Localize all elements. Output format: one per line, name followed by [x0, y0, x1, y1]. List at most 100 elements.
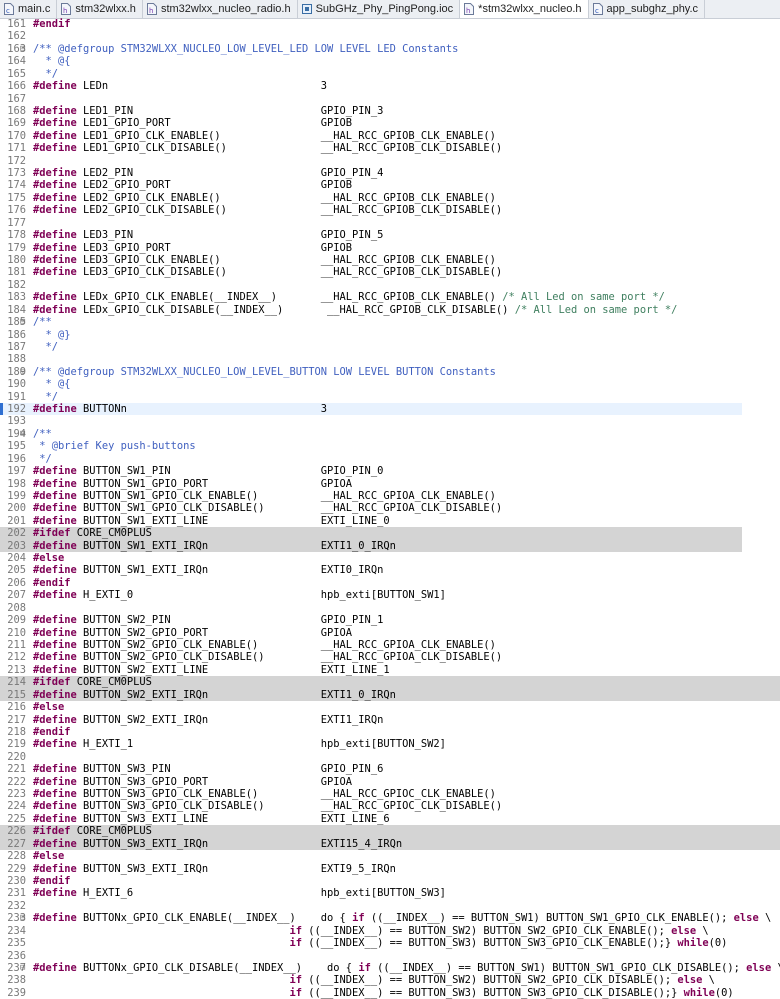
code-line[interactable]: 175 #define LED2_GPIO_CLK_ENABLE() __HAL_…	[0, 192, 780, 204]
code-line[interactable]: 200 #define BUTTON_SW1_GPIO_CLK_DISABLE()…	[0, 502, 780, 514]
code-line[interactable]: 178 #define LED3_PIN GPIO_PIN_5	[0, 229, 780, 241]
code-line[interactable]: 197 #define BUTTON_SW1_PIN GPIO_PIN_0	[0, 465, 780, 477]
code-line[interactable]: 198 #define BUTTON_SW1_GPIO_PORT GPIOA	[0, 478, 780, 490]
code-line[interactable]: 162	[0, 30, 780, 42]
code-line[interactable]: 189 ⊟/** @defgroup STM32WLXX_NUCLEO_LOW_L…	[0, 366, 780, 378]
code-line[interactable]: 168 #define LED1_PIN GPIO_PIN_3	[0, 105, 780, 117]
tab-app-subghz-phy-c[interactable]: c app_subghz_phy.c	[589, 0, 706, 18]
code-line[interactable]: 203 #define BUTTON_SW1_EXTI_IRQn EXTI1_0_…	[0, 539, 742, 553]
code-line[interactable]: 214 #ifdef CORE_CM0PLUS	[0, 676, 780, 689]
code-line[interactable]: 193	[0, 415, 780, 427]
keyword-token: #define	[33, 663, 77, 676]
code-line[interactable]: 195 * @brief Key push-buttons	[0, 440, 780, 452]
code-line[interactable]: 232	[0, 900, 780, 912]
code-line[interactable]: 182	[0, 279, 780, 291]
code-line[interactable]: 218 #endif	[0, 726, 780, 738]
code-line[interactable]: 167	[0, 93, 780, 105]
code-line[interactable]: 237 ⊟ #define BUTTONx_GPIO_CLK_DISABLE(__I…	[0, 962, 780, 974]
code-line[interactable]: 227 #define BUTTON_SW3_EXTI_IRQn EXTI15_4…	[0, 837, 780, 851]
code-line[interactable]: 205 #define BUTTON_SW1_EXTI_IRQn EXTI0_IR…	[0, 564, 780, 576]
code-line[interactable]: 210 #define BUTTON_SW2_GPIO_PORT GPIOA	[0, 627, 780, 639]
code-line[interactable]: 181 #define LED3_GPIO_CLK_DISABLE() __HAL…	[0, 266, 780, 278]
code-editor[interactable]: 161 #endif 162 163 ⊟/** @defgroup STM32WLXX_…	[0, 18, 780, 999]
code-line[interactable]: 185 ⊟/**	[0, 316, 780, 328]
code-line[interactable]: 174 #define LED2_GPIO_PORT GPIOB	[0, 179, 780, 191]
code-line[interactable]: 238 if ((__INDEX__) == BUTTON_SW2) BUTTO…	[0, 974, 780, 986]
code-line[interactable]: 206 #endif	[0, 577, 780, 589]
code-line[interactable]: 239 if ((__INDEX__) == BUTTON_SW3) BUTTO…	[0, 987, 780, 999]
code-line[interactable]: 180 #define LED3_GPIO_CLK_ENABLE() __HAL_…	[0, 254, 780, 266]
code-line[interactable]: 192 #define BUTTONn 3	[0, 403, 742, 416]
tab-stm32wlxx-h[interactable]: h stm32wlxx.h	[57, 0, 143, 18]
tab-main-c[interactable]: c main.c	[0, 0, 58, 18]
code-line[interactable]: 171 #define LED1_GPIO_CLK_DISABLE() __HAL…	[0, 142, 780, 154]
code-line[interactable]: 186 * @}	[0, 329, 780, 341]
code-line[interactable]: 166 #define LEDn 3	[0, 80, 780, 92]
code-line[interactable]: 176 #define LED2_GPIO_CLK_DISABLE() __HAL…	[0, 204, 780, 216]
code-line[interactable]: 179 #define LED3_GPIO_PORT GPIOB	[0, 242, 780, 254]
keyword-token: if	[289, 924, 302, 937]
line-number: 204	[7, 552, 26, 565]
code-line[interactable]: 226 #ifdef CORE_CM0PLUS	[0, 825, 780, 838]
code-line[interactable]: 194 ⊟/**	[0, 428, 780, 440]
code-line[interactable]: 221 #define BUTTON_SW3_PIN GPIO_PIN_6	[0, 763, 780, 775]
code-line[interactable]: 164 * @{	[0, 55, 780, 67]
fold-toggle-icon[interactable]: ⊟	[20, 316, 25, 328]
code-line[interactable]: 217 #define BUTTON_SW2_EXTI_IRQn EXTI1_IR…	[0, 714, 780, 726]
code-line[interactable]: 170 #define LED1_GPIO_CLK_ENABLE() __HAL_…	[0, 130, 780, 142]
code-line[interactable]: 234 if ((__INDEX__) == BUTTON_SW2) BUTTO…	[0, 925, 780, 937]
code-line[interactable]: 199 #define BUTTON_SW1_GPIO_CLK_ENABLE() …	[0, 490, 780, 502]
code-line[interactable]: 169 #define LED1_GPIO_PORT GPIOB	[0, 117, 780, 129]
code-line[interactable]: 220	[0, 751, 780, 763]
code-line[interactable]: 161 #endif	[0, 18, 780, 30]
code-line[interactable]: 219 #define H_EXTI_1 hpb_exti[BUTTON_SW2]	[0, 738, 780, 750]
code-line[interactable]: 201 #define BUTTON_SW1_EXTI_LINE EXTI_LIN…	[0, 515, 780, 527]
fold-toggle-icon[interactable]: ⊟	[20, 366, 25, 378]
code-line[interactable]: 229 #define BUTTON_SW3_EXTI_IRQn EXTI9_5_…	[0, 863, 780, 875]
code-line[interactable]: 213 #define BUTTON_SW2_EXTI_LINE EXTI_LIN…	[0, 664, 780, 676]
code-line[interactable]: 207 #define H_EXTI_0 hpb_exti[BUTTON_SW1]	[0, 589, 780, 601]
fold-toggle-icon[interactable]: ⊟	[20, 912, 25, 924]
fold-toggle-icon[interactable]: ⊟	[20, 43, 25, 55]
code-line[interactable]: 215 #define BUTTON_SW2_EXTI_IRQn EXTI1_0_…	[0, 688, 780, 702]
code-line[interactable]: 188	[0, 353, 780, 365]
code-line[interactable]: 224 #define BUTTON_SW3_GPIO_CLK_DISABLE()…	[0, 800, 780, 812]
code-line[interactable]: 190 * @{	[0, 378, 780, 390]
tab-subghz-phy-pingpong-ioc[interactable]: SubGHz_Phy_PingPong.ioc	[298, 0, 461, 18]
code-line[interactable]: 228 #else	[0, 850, 780, 862]
code-line[interactable]: 231 #define H_EXTI_6 hpb_exti[BUTTON_SW3]	[0, 887, 780, 899]
code-line[interactable]: 202 #ifdef CORE_CM0PLUS	[0, 527, 742, 540]
tab-stm32wlxx-nucleo-radio-h[interactable]: h stm32wlxx_nucleo_radio.h	[143, 0, 298, 18]
code-line[interactable]: 163 ⊟/** @defgroup STM32WLXX_NUCLEO_LOW_L…	[0, 43, 780, 55]
code-line[interactable]: 222 #define BUTTON_SW3_GPIO_PORT GPIOA	[0, 776, 780, 788]
code-line[interactable]: 236	[0, 950, 780, 962]
code-line[interactable]: 209 #define BUTTON_SW2_PIN GPIO_PIN_1	[0, 614, 780, 626]
code-line[interactable]: 165 */	[0, 68, 780, 80]
code-text: #define H_EXTI_6 hpb_exti[BUTTON_SW3]	[33, 887, 446, 899]
code-text: #define BUTTON_SW3_GPIO_CLK_ENABLE() __H…	[33, 788, 496, 800]
code-line[interactable]: 235 if ((__INDEX__) == BUTTON_SW3) BUTTO…	[0, 937, 780, 949]
code-line[interactable]: 204 #else	[0, 552, 780, 564]
keyword-token: #define	[33, 266, 77, 279]
code-line[interactable]: 184 #define LEDx_GPIO_CLK_DISABLE(__INDEX…	[0, 304, 780, 316]
code-line[interactable]: 208	[0, 602, 780, 614]
line-number: 219	[7, 738, 26, 751]
code-line[interactable]: 173 #define LED2_PIN GPIO_PIN_4	[0, 167, 780, 179]
code-line[interactable]: 183 #define LEDx_GPIO_CLK_ENABLE(__INDEX_…	[0, 291, 780, 303]
tab-stm32wlxx-nucleo-h[interactable]: h *stm32wlxx_nucleo.h	[460, 0, 589, 18]
fold-toggle-icon[interactable]: ⊟	[20, 428, 25, 440]
code-line[interactable]: 196 */	[0, 453, 780, 465]
code-line[interactable]: 233 ⊟ #define BUTTONx_GPIO_CLK_ENABLE(__IN…	[0, 912, 780, 924]
code-line[interactable]: 191 */	[0, 391, 780, 403]
code-line[interactable]: 216 #else	[0, 701, 780, 713]
tab-label: stm32wlxx.h	[75, 3, 136, 15]
code-line[interactable]: 212 #define BUTTON_SW2_GPIO_CLK_DISABLE()…	[0, 651, 780, 663]
fold-toggle-icon[interactable]: ⊟	[20, 962, 25, 974]
code-line[interactable]: 230 #endif	[0, 875, 780, 887]
code-line[interactable]: 172	[0, 155, 780, 167]
code-line[interactable]: 211 #define BUTTON_SW2_GPIO_CLK_ENABLE() …	[0, 639, 780, 651]
code-line[interactable]: 187 */	[0, 341, 780, 353]
code-line[interactable]: 225 #define BUTTON_SW3_EXTI_LINE EXTI_LIN…	[0, 813, 780, 825]
code-line[interactable]: 223 #define BUTTON_SW3_GPIO_CLK_ENABLE() …	[0, 788, 780, 800]
code-line[interactable]: 177	[0, 217, 780, 229]
